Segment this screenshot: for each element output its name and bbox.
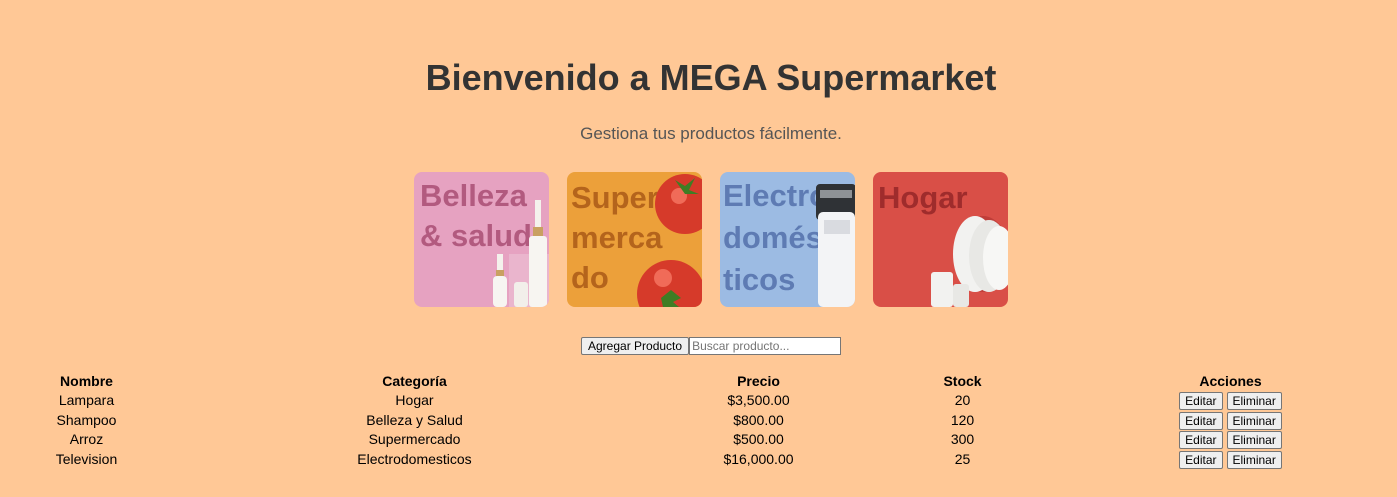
- belleza-line-2: & salud: [420, 218, 532, 253]
- page-subtitle: Gestiona tus productos fácilmente.: [580, 124, 842, 143]
- cell-nombre: Shampoo: [56, 411, 117, 428]
- edit-button[interactable]: Editar: [1179, 411, 1223, 430]
- header-acciones: Acciones: [1199, 373, 1262, 389]
- cell-stock: 120: [950, 411, 975, 428]
- supermercado-line-2: merca: [571, 220, 663, 255]
- cell-nombre: Lampara: [58, 392, 115, 409]
- table-row: Television Electrodomesticos $16,000.00 …: [0, 450, 1397, 470]
- product-controls: Agregar Producto: [581, 337, 842, 355]
- cell-acciones: Editar Eliminar: [1064, 430, 1397, 450]
- cell-nombre: Television: [55, 451, 118, 468]
- cell-stock: 25: [954, 451, 971, 468]
- supermercado-image: Super merca do: [567, 172, 702, 307]
- cell-acciones: Editar Eliminar: [1064, 391, 1397, 411]
- electrodomesticos-line-1: Electro: [723, 178, 828, 213]
- edit-button[interactable]: Editar: [1179, 392, 1223, 411]
- delete-button[interactable]: Eliminar: [1226, 392, 1282, 411]
- electrodomesticos-line-2: domés: [723, 220, 823, 255]
- header-precio: Precio: [737, 373, 780, 389]
- cell-categoria: Electrodomesticos: [357, 451, 472, 468]
- edit-button[interactable]: Editar: [1179, 451, 1223, 470]
- cell-nombre: Arroz: [69, 431, 104, 448]
- table-row: Arroz Supermercado $500.00 300 Editar Eli…: [0, 430, 1397, 450]
- hogar-image: Hogar: [873, 172, 1008, 307]
- category-supermercado-tile[interactable]: Super merca do: [567, 172, 702, 307]
- category-electrodomesticos-tile[interactable]: Electro domés ticos: [720, 172, 855, 307]
- header-nombre: Nombre: [60, 373, 113, 389]
- electrodomesticos-image: Electro domés ticos: [720, 172, 855, 307]
- hogar-line-1: Hogar: [878, 180, 968, 215]
- table-row: Shampoo Belleza y Salud $800.00 120 Edit…: [0, 411, 1397, 431]
- delete-button[interactable]: Eliminar: [1226, 451, 1282, 470]
- table-row: Lampara Hogar $3,500.00 20 Editar Elimina…: [0, 391, 1397, 411]
- cell-precio: $3,500.00: [727, 392, 790, 409]
- products-table: Nombre Categoría Precio Stock Acciones L…: [0, 372, 1397, 470]
- supermercado-line-1: Super: [571, 180, 659, 215]
- edit-button[interactable]: Editar: [1179, 431, 1223, 450]
- cell-acciones: Editar Eliminar: [1064, 411, 1397, 431]
- delete-button[interactable]: Eliminar: [1226, 431, 1282, 450]
- page-title: Bienvenido a MEGA Supermarket: [425, 57, 997, 98]
- header-stock: Stock: [943, 373, 982, 389]
- cell-acciones: Editar Eliminar: [1064, 450, 1397, 470]
- category-belleza-tile[interactable]: Belleza & salud: [414, 172, 549, 307]
- cell-categoria: Hogar: [395, 392, 434, 409]
- belleza-image: Belleza & salud: [414, 172, 549, 307]
- delete-button[interactable]: Eliminar: [1226, 411, 1282, 430]
- belleza-line-1: Belleza: [420, 178, 528, 213]
- cell-stock: 20: [954, 392, 971, 409]
- header-categoria: Categoría: [382, 373, 447, 389]
- cell-categoria: Belleza y Salud: [366, 411, 463, 428]
- electrodomesticos-line-3: ticos: [723, 262, 795, 297]
- supermercado-line-3: do: [571, 260, 609, 295]
- add-product-button[interactable]: Agregar Producto: [581, 337, 690, 355]
- cell-precio: $16,000.00: [723, 451, 794, 468]
- cell-precio: $800.00: [733, 411, 784, 428]
- cell-stock: 300: [950, 431, 975, 448]
- table-header-row: Nombre Categoría Precio Stock Acciones: [0, 372, 1397, 391]
- search-input[interactable]: [689, 337, 842, 355]
- cell-precio: $500.00: [733, 431, 784, 448]
- category-hogar-tile[interactable]: Hogar: [873, 172, 1008, 307]
- cell-categoria: Supermercado: [368, 431, 461, 448]
